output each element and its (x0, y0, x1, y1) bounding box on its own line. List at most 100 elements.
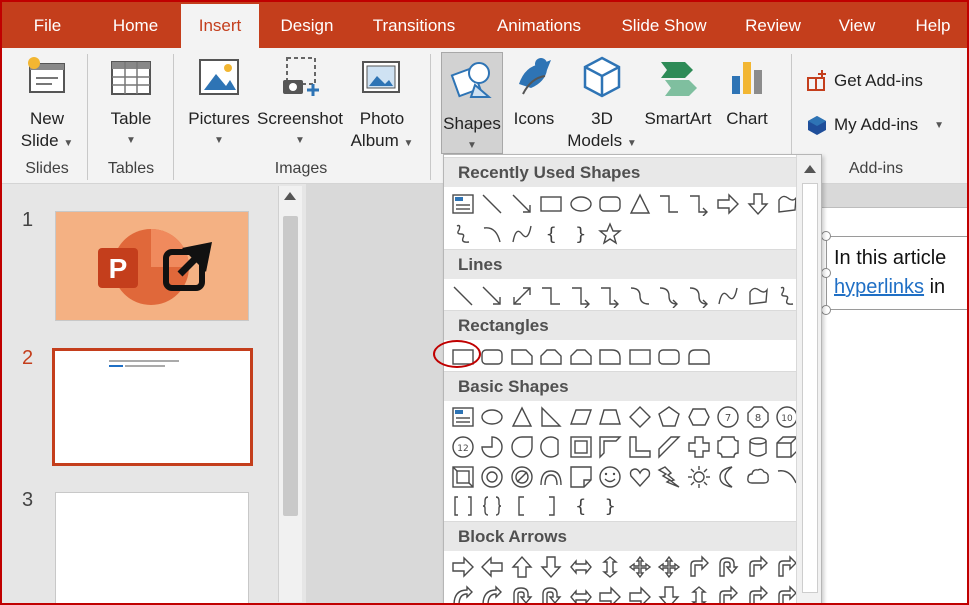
shape-rtriangle-icon[interactable] (537, 402, 567, 432)
scroll-up-icon[interactable] (284, 192, 296, 200)
shape-dodecagon-icon[interactable]: 12 (448, 432, 478, 462)
shape-curve-icon[interactable] (714, 281, 744, 311)
shape-frame-icon[interactable] (566, 432, 596, 462)
shape-brace-r-icon[interactable]: } (596, 491, 626, 521)
shape-snip2-icon[interactable] (537, 342, 567, 372)
resize-handle[interactable] (821, 305, 831, 315)
shape-teardrop-icon[interactable] (507, 432, 537, 462)
new-slide-button[interactable]: New Slide ▼ (14, 54, 80, 155)
shape-elbow-icon[interactable] (655, 189, 685, 219)
shape-uarrow-icon[interactable] (507, 552, 537, 582)
shape-moon-icon[interactable] (714, 462, 744, 492)
shape-line-icon[interactable] (478, 189, 508, 219)
tab-file[interactable]: File (20, 0, 75, 48)
shape-curvedarrow-icon[interactable] (448, 582, 478, 604)
shape-brace-r-icon[interactable]: } (566, 219, 596, 249)
shapes-button[interactable]: Shapes ▼ (441, 52, 503, 154)
shape-bentarrow-icon[interactable] (743, 582, 773, 604)
tab-transitions[interactable]: Transitions (360, 0, 468, 48)
resize-handle[interactable] (821, 231, 831, 241)
shape-diagstripe-icon[interactable] (655, 432, 685, 462)
shape-uturn-icon[interactable] (714, 552, 744, 582)
shape-arrowline-icon[interactable] (478, 281, 508, 311)
shape-smiley-icon[interactable] (596, 462, 626, 492)
3d-models-button[interactable]: 3D Models ▼ (564, 54, 640, 155)
shape-plaque-icon[interactable] (714, 432, 744, 462)
smartart-button[interactable]: SmartArt (640, 54, 716, 130)
shape-elbowarrow-icon[interactable] (596, 281, 626, 311)
tab-animations[interactable]: Animations (482, 0, 596, 48)
gallery-scrollbar[interactable] (796, 155, 821, 604)
shape-snip2-icon[interactable] (566, 342, 596, 372)
slide-body-text[interactable]: In this article hyperlinks in (834, 244, 946, 302)
shape-freeform-icon[interactable] (743, 281, 773, 311)
get-addins-button[interactable]: Get Add-ins (806, 70, 923, 92)
shape-curvedconn-icon[interactable] (625, 281, 655, 311)
resize-handle[interactable] (821, 268, 831, 278)
shape-bevel-icon[interactable] (448, 462, 478, 492)
shape-elbow-icon[interactable] (537, 281, 567, 311)
shape-curvedarrow-icon[interactable] (478, 582, 508, 604)
hyperlink[interactable]: hyperlinks (834, 276, 924, 298)
thumbnails-scrollbar[interactable] (278, 186, 302, 602)
shape-round1-icon[interactable] (596, 342, 626, 372)
shape-rarrow-icon[interactable] (625, 582, 655, 604)
shape-curve-icon[interactable] (507, 219, 537, 249)
shape-lightning-icon[interactable] (655, 462, 685, 492)
shape-rect-icon[interactable] (537, 189, 567, 219)
tab-slide-show[interactable]: Slide Show (610, 0, 718, 48)
shape-arrowline-icon[interactable] (507, 189, 537, 219)
scrollbar-thumb[interactable] (802, 183, 818, 593)
tab-insert[interactable]: Insert (181, 4, 259, 48)
shape-lbracket-icon[interactable] (507, 491, 537, 521)
scrollbar-thumb[interactable] (283, 216, 298, 516)
shape-parallelogram-icon[interactable] (566, 402, 596, 432)
shape-ellipse-icon[interactable] (566, 189, 596, 219)
shape-rbracket-icon[interactable] (537, 491, 567, 521)
scroll-up-icon[interactable] (804, 165, 816, 173)
shape-rarrow-icon[interactable] (596, 582, 626, 604)
shape-roundrect-icon[interactable] (478, 342, 508, 372)
shape-bentarrow-icon[interactable] (743, 552, 773, 582)
shape-rarrow-icon[interactable] (448, 552, 478, 582)
my-addins-button[interactable]: My Add-ins ▼ (806, 114, 944, 136)
tab-review[interactable]: Review (732, 0, 814, 48)
shape-chord-icon[interactable] (537, 432, 567, 462)
shape-trapezoid-icon[interactable] (596, 402, 626, 432)
shape-brackets-icon[interactable] (448, 491, 478, 521)
slide-thumbnail-1[interactable]: P (55, 211, 249, 321)
shape-pie-icon[interactable] (478, 432, 508, 462)
shape-nosymbol-icon[interactable] (507, 462, 537, 492)
shape-brace-l-icon[interactable]: { (537, 219, 567, 249)
shape-heptagon-icon[interactable]: 7 (714, 402, 744, 432)
shape-bentarrow-icon[interactable] (714, 582, 744, 604)
shape-curvedconnarrow-icon[interactable] (684, 281, 714, 311)
shape-sun-icon[interactable] (684, 462, 714, 492)
icons-button[interactable]: Icons (506, 54, 562, 130)
shape-uturn-icon[interactable] (507, 582, 537, 604)
shape-darrow-icon[interactable] (743, 189, 773, 219)
shape-donut-icon[interactable] (478, 462, 508, 492)
shape-heart-icon[interactable] (625, 462, 655, 492)
shape-arc-icon[interactable] (537, 462, 567, 492)
slide-thumbnail-2[interactable] (52, 348, 253, 466)
tab-home[interactable]: Home (98, 0, 173, 48)
shape-triangle-icon[interactable] (625, 189, 655, 219)
shape-round2-icon[interactable] (684, 342, 714, 372)
photo-album-button[interactable]: Photo Album ▼ (346, 54, 418, 155)
shape-halfframe-icon[interactable] (596, 432, 626, 462)
shape-ellipse-icon[interactable] (478, 402, 508, 432)
tab-help[interactable]: Help (902, 0, 964, 48)
shape-udarrow-icon[interactable] (684, 582, 714, 604)
shape-uturn-icon[interactable] (537, 582, 567, 604)
shape-curvedconnarrow-icon[interactable] (655, 281, 685, 311)
slide-thumbnail-3[interactable] (55, 492, 249, 605)
shape-textbox-icon[interactable] (448, 402, 478, 432)
shape-elbowarrow-icon[interactable] (566, 281, 596, 311)
shape-roundrect-icon[interactable] (596, 189, 626, 219)
shape-quadarrow-icon[interactable] (625, 552, 655, 582)
shape-roundrect-icon[interactable] (655, 342, 685, 372)
screenshot-button[interactable]: Screenshot ▼ (255, 54, 345, 152)
shape-bentarrow-icon[interactable] (684, 552, 714, 582)
shape-hexagon-icon[interactable] (684, 402, 714, 432)
